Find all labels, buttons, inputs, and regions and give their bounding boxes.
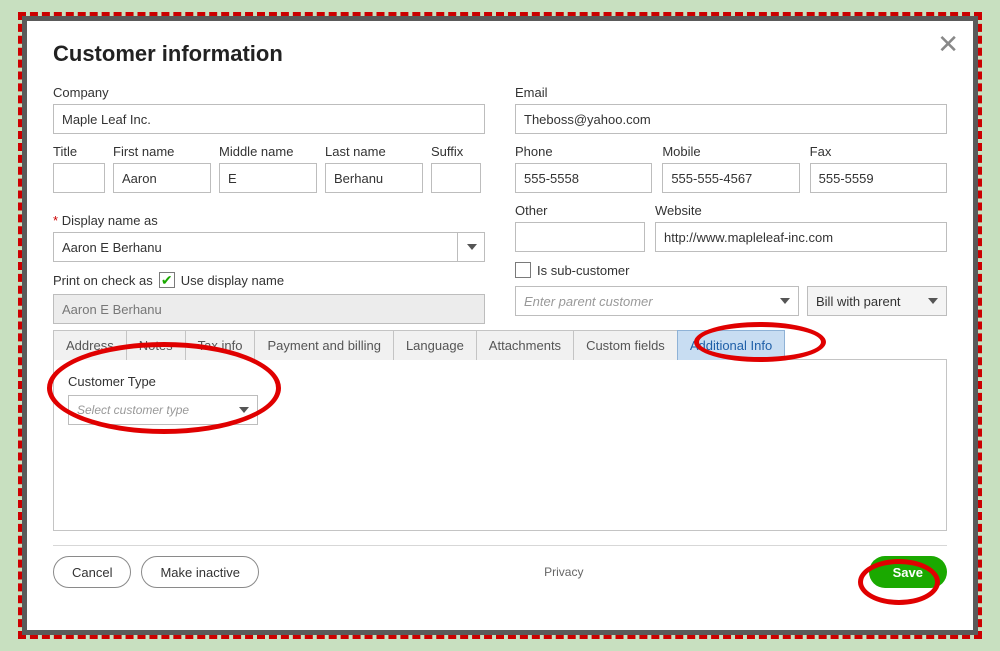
left-panel: Company Title First name Middle name Las: [53, 85, 485, 324]
tab-additional-info[interactable]: Additional Info: [677, 330, 785, 360]
last-name-input[interactable]: [325, 163, 423, 193]
customer-type-label: Customer Type: [68, 374, 932, 389]
website-label: Website: [655, 203, 947, 218]
chevron-down-icon: [239, 407, 249, 413]
phone-label: Phone: [515, 144, 652, 159]
print-check-label: Print on check as: [53, 273, 153, 288]
privacy-link[interactable]: Privacy: [544, 565, 583, 579]
tab-language[interactable]: Language: [393, 330, 477, 360]
save-button[interactable]: Save: [869, 556, 947, 588]
tab-content: Customer Type Select customer type: [53, 359, 947, 531]
website-input[interactable]: [655, 222, 947, 252]
chevron-down-icon: [780, 298, 790, 304]
middle-name-input[interactable]: [219, 163, 317, 193]
display-name-value[interactable]: [53, 232, 485, 262]
dialog-footer: Cancel Make inactive Privacy Save: [53, 556, 947, 588]
email-label: Email: [515, 85, 947, 100]
mobile-input[interactable]: [662, 163, 799, 193]
tab-custom-fields[interactable]: Custom fields: [573, 330, 678, 360]
bill-with-value: Bill with parent: [816, 294, 901, 309]
tab-strip: Address Notes Tax info Payment and billi…: [53, 330, 947, 360]
cancel-button[interactable]: Cancel: [53, 556, 131, 588]
parent-customer-input[interactable]: Enter parent customer: [515, 286, 799, 316]
use-display-name-checkbox[interactable]: ✔: [159, 272, 175, 288]
company-input[interactable]: [53, 104, 485, 134]
other-label: Other: [515, 203, 645, 218]
print-check-input: [53, 294, 485, 324]
last-name-label: Last name: [325, 144, 423, 159]
other-input[interactable]: [515, 222, 645, 252]
customer-type-select[interactable]: Select customer type: [68, 395, 258, 425]
title-input[interactable]: [53, 163, 105, 193]
company-label: Company: [53, 85, 485, 100]
tab-tax-info[interactable]: Tax info: [185, 330, 256, 360]
bill-with-select[interactable]: Bill with parent: [807, 286, 947, 316]
chevron-down-icon: [928, 298, 938, 304]
dialog-title: Customer information: [53, 41, 947, 67]
sub-customer-label: Is sub-customer: [537, 263, 629, 278]
parent-customer-placeholder: Enter parent customer: [524, 294, 653, 309]
right-panel: Email Phone Mobile Fax Ot: [515, 85, 947, 324]
first-name-label: First name: [113, 144, 211, 159]
tab-address[interactable]: Address: [53, 330, 127, 360]
divider: [53, 545, 947, 546]
use-display-name-label: Use display name: [181, 273, 284, 288]
suffix-input[interactable]: [431, 163, 481, 193]
first-name-input[interactable]: [113, 163, 211, 193]
close-icon[interactable]: ✕: [937, 31, 959, 57]
fax-input[interactable]: [810, 163, 947, 193]
display-name-select[interactable]: [53, 232, 485, 262]
tab-attachments[interactable]: Attachments: [476, 330, 574, 360]
sub-customer-checkbox[interactable]: [515, 262, 531, 278]
chevron-down-icon[interactable]: [457, 232, 485, 262]
tab-notes[interactable]: Notes: [126, 330, 186, 360]
suffix-label: Suffix: [431, 144, 481, 159]
customer-info-dialog: ✕ Customer information Company Title Fir…: [27, 21, 973, 630]
title-label: Title: [53, 144, 105, 159]
make-inactive-button[interactable]: Make inactive: [141, 556, 258, 588]
email-input[interactable]: [515, 104, 947, 134]
display-name-label: * Display name as: [53, 213, 485, 228]
fax-label: Fax: [810, 144, 947, 159]
phone-input[interactable]: [515, 163, 652, 193]
customer-type-placeholder: Select customer type: [77, 403, 189, 417]
mobile-label: Mobile: [662, 144, 799, 159]
middle-name-label: Middle name: [219, 144, 317, 159]
tab-payment-billing[interactable]: Payment and billing: [254, 330, 393, 360]
